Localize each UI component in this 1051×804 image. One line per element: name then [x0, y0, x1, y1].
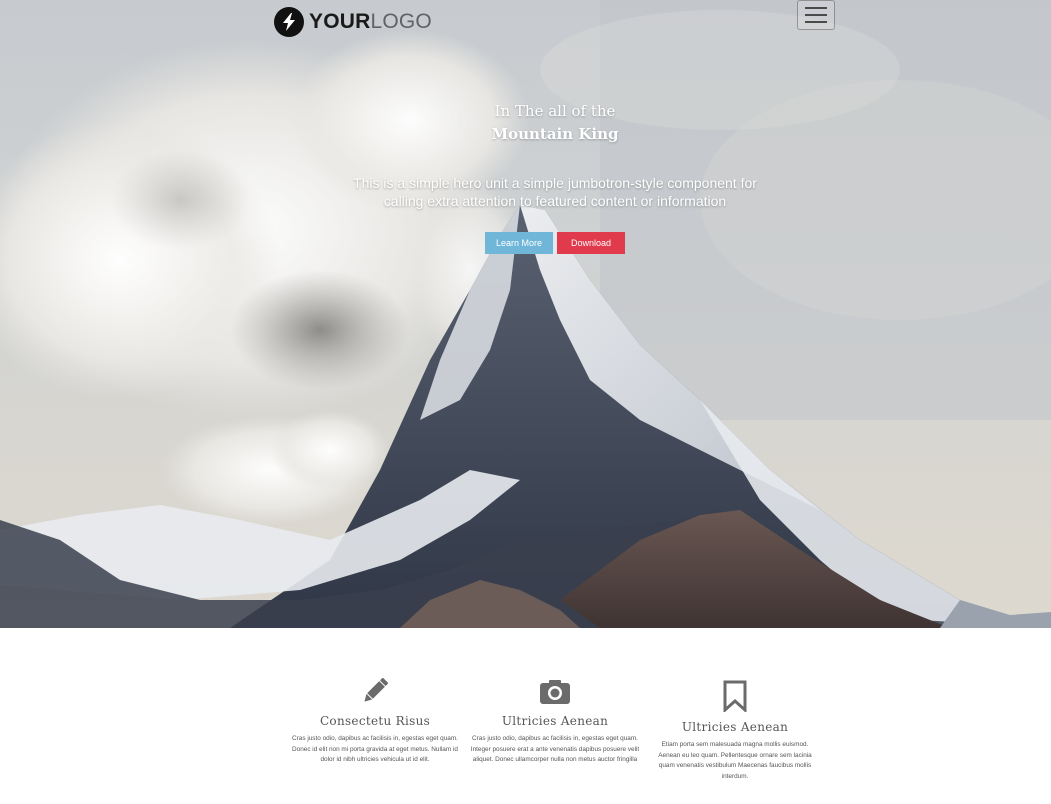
- menu-bar: [805, 14, 827, 16]
- logo-text: YOURLOGO: [309, 7, 432, 37]
- mountain-background-image: [0, 0, 1051, 628]
- logo-text-bold: YOUR: [309, 10, 371, 33]
- hero-section: YOURLOGO In The all of the Mountain King…: [0, 0, 1051, 628]
- top-navbar: YOURLOGO: [0, 0, 1051, 40]
- lightning-bolt-icon: [274, 7, 304, 37]
- feature-text: Etiam porta sem malesuada magna mollis e…: [658, 741, 812, 780]
- hero-lead-text: This is a simple hero unit a simple jumb…: [353, 175, 757, 209]
- feature-text: Cras justo odio, dapibus ac facilisis in…: [470, 735, 640, 763]
- camera-icon: [470, 670, 640, 706]
- feature-item: Ultricies Aenean Etiam porta sem malesua…: [650, 678, 820, 782]
- hamburger-menu-icon[interactable]: [797, 0, 835, 30]
- logo-text-light: LOGO: [370, 10, 432, 33]
- download-button[interactable]: Download: [557, 232, 626, 254]
- feature-item: Consectetu Risus Cras justo odio, dapibu…: [290, 670, 460, 766]
- feature-title: Ultricies Aenean: [681, 720, 789, 734]
- feature-title: Ultricies Aenean: [501, 714, 609, 728]
- hero-title-line2: Mountain King: [491, 125, 619, 143]
- hero-title-line1: In The all of the: [494, 102, 616, 120]
- bookmark-icon: [650, 678, 820, 712]
- feature-text: Cras justo odio, dapibus ac facilisis in…: [292, 735, 458, 763]
- feature-item: Ultricies Aenean Cras justo odio, dapibu…: [470, 670, 640, 766]
- menu-bar: [805, 21, 827, 23]
- hero-content: In The all of the Mountain King This is …: [300, 100, 810, 254]
- hero-title: In The all of the Mountain King: [300, 100, 810, 146]
- feature-title: Consectetu Risus: [319, 714, 431, 728]
- brand-logo[interactable]: YOURLOGO: [274, 7, 432, 37]
- menu-bar: [805, 7, 827, 9]
- pencil-icon: [290, 670, 460, 706]
- hero-buttons: Learn More Download: [300, 232, 810, 254]
- learn-more-button[interactable]: Learn More: [484, 232, 553, 254]
- features-section: Consectetu Risus Cras justo odio, dapibu…: [0, 628, 1051, 804]
